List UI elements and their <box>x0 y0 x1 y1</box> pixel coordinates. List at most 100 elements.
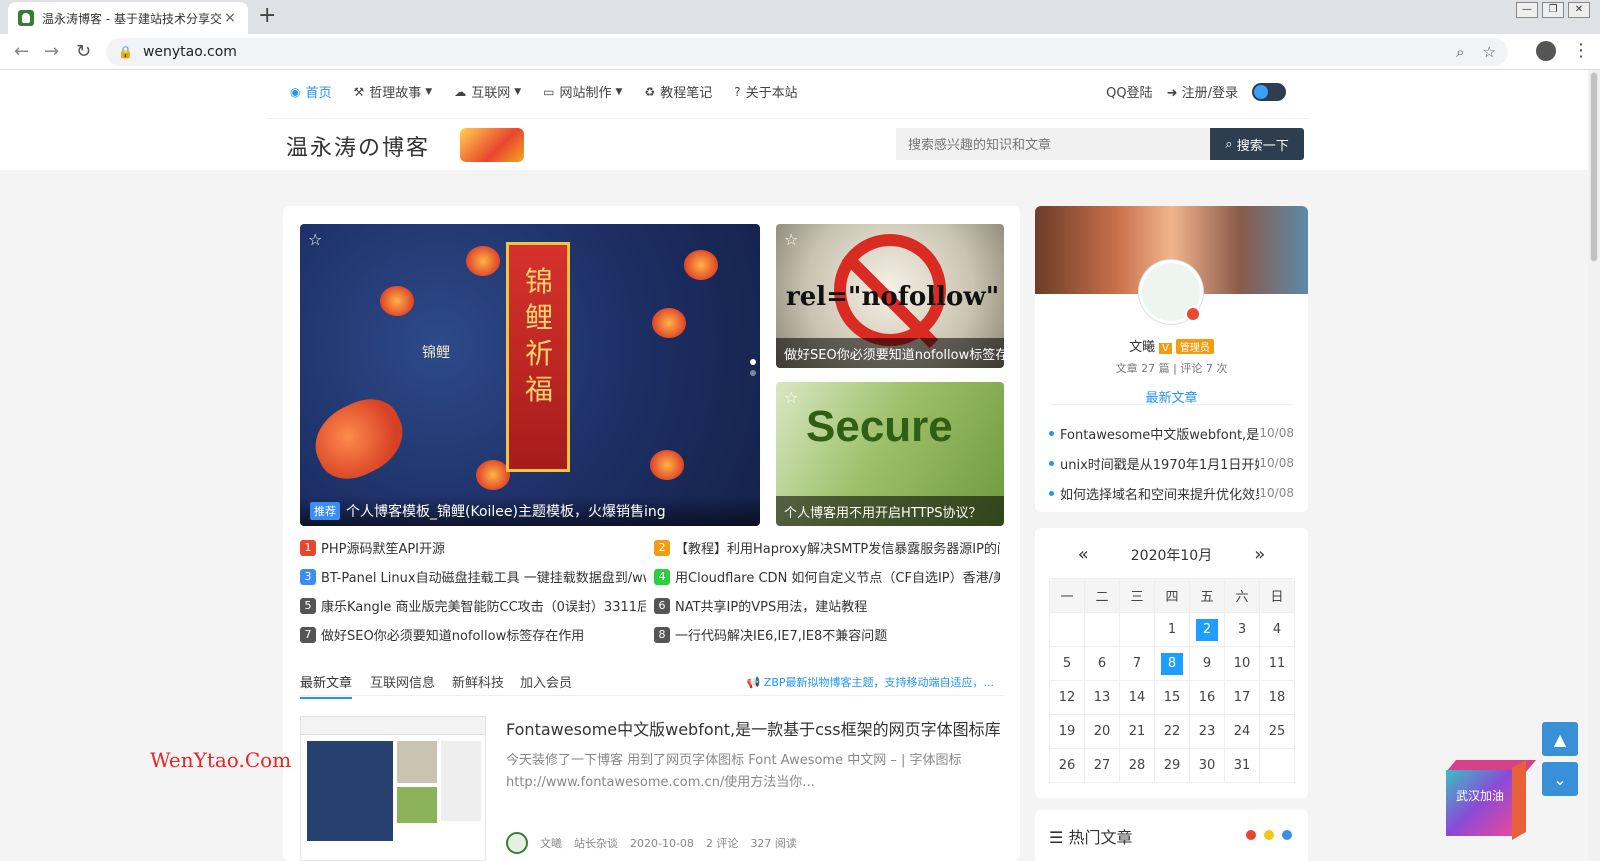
calendar-day[interactable]: 10 <box>1224 646 1260 681</box>
calendar-day[interactable]: 5 <box>1049 646 1085 681</box>
list-item-title[interactable]: NAT共享IP的VPS用法，建站教程 <box>675 596 867 615</box>
search-button[interactable]: ⌕ 搜索一下 <box>1210 128 1304 160</box>
profile-name[interactable]: 文曦 <box>1129 340 1155 355</box>
calendar-day[interactable]: 27 <box>1084 748 1120 783</box>
qq-float-button[interactable]: ▲ <box>1542 722 1578 756</box>
calendar-day[interactable]: 7 <box>1119 646 1155 681</box>
site-logo[interactable]: 温永涛の博客 <box>286 130 430 162</box>
list-item-title[interactable]: 用Cloudflare CDN 如何自定义节点（CF自选IP）香港/美国节点 <box>675 567 1000 586</box>
calendar-day[interactable]: 20 <box>1084 714 1120 749</box>
nav-home[interactable]: ◉ 首页 <box>290 82 332 102</box>
slider-dot[interactable] <box>750 359 756 365</box>
nav-internet[interactable]: ☁ 互联网 ▼ <box>454 82 521 102</box>
scrollbar-thumb[interactable] <box>1590 72 1598 262</box>
tab-internet-info[interactable]: 互联网信息 <box>370 672 435 691</box>
list-item[interactable]: 7 做好SEO你必须要知道nofollow标签存在作用 <box>300 625 646 644</box>
post-comments[interactable]: 2 评论 <box>706 835 739 851</box>
slide-title[interactable]: 个人博客模板_锦鲤(Koilee)主题模板，火爆销售ing <box>346 501 666 521</box>
calendar-day[interactable]: 19 <box>1049 714 1085 749</box>
list-item[interactable]: 8 一行代码解决IE6,IE7,IE8不兼容问题 <box>654 625 1000 644</box>
list-item-title[interactable]: 康乐Kangle 商业版完美智能防CC攻击（0误封）3311后台防护 <box>321 596 646 615</box>
calendar-day[interactable]: 6 <box>1084 646 1120 681</box>
list-item[interactable]: 2 【教程】利用Haproxy解决SMTP发信暴露服务器源IP的问题 <box>654 538 1000 557</box>
browser-tab[interactable]: 温永涛博客 - 基于建站技术分享交流 × <box>8 2 248 34</box>
list-item[interactable]: unix时间戳是从1970年1月1日开始计算10/08 <box>1049 448 1294 478</box>
calendar-day[interactable]: 31 <box>1224 748 1260 783</box>
list-item[interactable]: 1 PHP源码默笙API开源 <box>300 538 646 557</box>
calendar-day[interactable]: 13 <box>1084 680 1120 715</box>
calendar-day[interactable]: 21 <box>1119 714 1155 749</box>
close-window-button[interactable]: ✕ <box>1568 2 1590 18</box>
list-item-title[interactable]: BT-Panel Linux自动磁盘挂载工具 一键挂载数据盘到/www目录 <box>321 567 646 586</box>
post-title[interactable]: Fontawesome中文版webfont,是一款基于css框架的网页字体图标库 <box>506 716 1006 740</box>
search-input[interactable] <box>896 128 1210 160</box>
wuhan-cube-widget[interactable]: 武汉加油 <box>1446 759 1537 841</box>
notice-ticker[interactable]: 📢 ZBP最新拟物博客主题，支持移动端自适应，... <box>747 674 994 690</box>
prev-month-icon[interactable]: « <box>1078 544 1089 565</box>
reload-icon[interactable]: ↻ <box>76 41 91 62</box>
post-category[interactable]: 站长杂谈 <box>574 835 618 851</box>
list-item-title[interactable]: PHP源码默笙API开源 <box>321 538 445 557</box>
qq-login-link[interactable]: QQ登陆 <box>1106 82 1152 101</box>
calendar-day[interactable]: 18 <box>1259 680 1295 715</box>
post-thumbnail[interactable] <box>300 716 486 861</box>
calendar-day[interactable]: 17 <box>1224 680 1260 715</box>
calendar-day[interactable]: 30 <box>1189 748 1225 783</box>
side-slide-caption[interactable]: 做好SEO你必须要知道nofollow标签存在作用 <box>776 338 1004 368</box>
post-item[interactable]: Fontawesome中文版webfont,是一款基于css框架的网页字体图标库… <box>300 716 1004 861</box>
nav-tutorials[interactable]: ♻ 教程笔记 <box>644 82 712 102</box>
star-icon[interactable]: ☆ <box>784 388 798 407</box>
tab-close-icon[interactable]: × <box>222 10 238 26</box>
list-item[interactable]: 5 康乐Kangle 商业版完美智能防CC攻击（0误封）3311后台防护 <box>300 596 646 615</box>
url-text[interactable]: wenytao.com <box>143 44 1438 60</box>
list-item[interactable]: 4 用Cloudflare CDN 如何自定义节点（CF自选IP）香港/美国节点 <box>654 567 1000 586</box>
calendar-day[interactable]: 8 <box>1154 646 1190 681</box>
slider-dots[interactable] <box>750 359 756 381</box>
forward-icon[interactable]: → <box>44 41 59 62</box>
side-slide-nofollow[interactable]: ☆ rel="nofollow" 做好SEO你必须要知道nofollow标签存在… <box>776 224 1004 368</box>
scroll-down-button[interactable]: ⌄ <box>1542 762 1578 796</box>
tab-join-member[interactable]: 加入会员 <box>520 672 572 691</box>
calendar-day[interactable]: 9 <box>1189 646 1225 681</box>
calendar-day[interactable]: 16 <box>1189 680 1225 715</box>
calendar-day[interactable]: 29 <box>1154 748 1190 783</box>
list-item-title[interactable]: 做好SEO你必须要知道nofollow标签存在作用 <box>321 625 584 644</box>
browser-menu-icon[interactable]: ⋮ <box>1572 40 1590 61</box>
list-item-title[interactable]: unix时间戳是从1970年1月1日开始计算 <box>1049 454 1259 473</box>
night-mode-toggle[interactable] <box>1252 82 1286 101</box>
register-login-link[interactable]: ➜ 注册/登录 <box>1167 82 1238 101</box>
restore-button[interactable]: ❐ <box>1542 2 1564 18</box>
tab-tech[interactable]: 新鲜科技 <box>452 672 504 691</box>
author-avatar[interactable] <box>506 832 528 854</box>
calendar-day[interactable]: 2 <box>1189 612 1225 647</box>
calendar-day[interactable]: 22 <box>1154 714 1190 749</box>
nav-website[interactable]: ▭ 网站制作 ▼ <box>543 82 622 102</box>
zoom-icon[interactable]: ⌕ <box>1456 43 1464 61</box>
slider-dot[interactable] <box>750 370 756 376</box>
url-field[interactable]: 🔒 wenytao.com ⌕ ☆ <box>106 38 1508 66</box>
post-author[interactable]: 文曦 <box>540 835 562 851</box>
nav-about[interactable]: ? 关于本站 <box>734 82 797 102</box>
tab-latest[interactable]: 最新文章 <box>300 672 353 699</box>
back-icon[interactable]: ← <box>14 41 29 62</box>
list-item[interactable]: 如何选择域名和空间来提升优化效果 10/08 <box>1049 478 1294 508</box>
calendar-day[interactable]: 23 <box>1189 714 1225 749</box>
calendar-day[interactable]: 12 <box>1049 680 1085 715</box>
list-item[interactable]: Fontawesome中文版webfont,是一款基于css框架10/08 <box>1049 418 1294 448</box>
calendar-day[interactable]: 1 <box>1154 612 1190 647</box>
side-slide-https[interactable]: ☆ Secure 个人博客用不用开启HTTPS协议？ <box>776 382 1004 526</box>
calendar-day[interactable]: 11 <box>1259 646 1295 681</box>
slide-caption[interactable]: 推荐 个人博客模板_锦鲤(Koilee)主题模板，火爆销售ing <box>300 496 760 526</box>
profile-avatar-icon[interactable] <box>1536 41 1556 61</box>
calendar-day[interactable]: 24 <box>1224 714 1260 749</box>
side-slide-caption[interactable]: 个人博客用不用开启HTTPS协议？ <box>776 496 1004 526</box>
calendar-day[interactable]: 4 <box>1259 612 1295 647</box>
list-item[interactable]: 3 BT-Panel Linux自动磁盘挂载工具 一键挂载数据盘到/www目录 <box>300 567 646 586</box>
new-tab-button[interactable]: + <box>258 5 276 27</box>
list-item[interactable]: 6 NAT共享IP的VPS用法，建站教程 <box>654 596 1000 615</box>
list-item-title[interactable]: 一行代码解决IE6,IE7,IE8不兼容问题 <box>675 625 887 644</box>
bookmark-star-icon[interactable]: ☆ <box>1483 43 1496 61</box>
list-item-title[interactable]: 【教程】利用Haproxy解决SMTP发信暴露服务器源IP的问题 <box>675 538 1000 557</box>
calendar-day[interactable]: 3 <box>1224 612 1260 647</box>
list-item-title[interactable]: 如何选择域名和空间来提升优化效果 <box>1049 484 1259 503</box>
